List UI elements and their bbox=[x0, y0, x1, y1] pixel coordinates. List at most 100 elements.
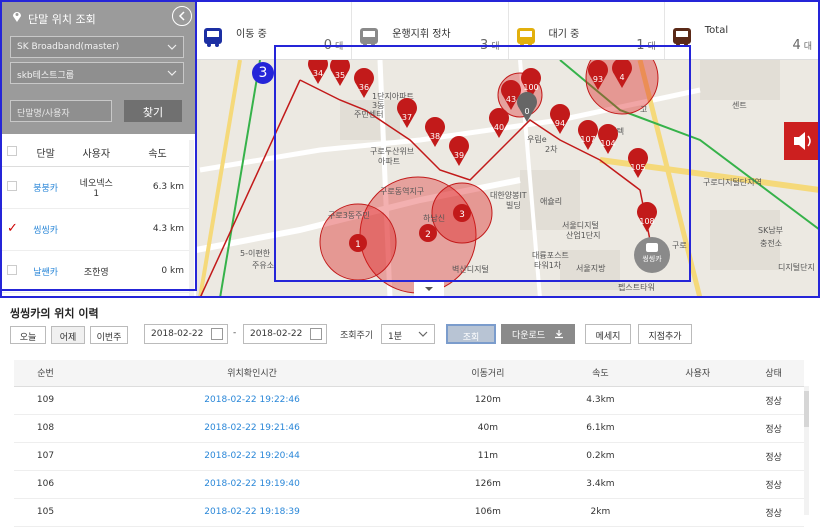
terminal-row[interactable]: 날쌘카 조한영 0 km bbox=[0, 250, 190, 293]
status-count: 0대 bbox=[323, 38, 344, 53]
status-label: 이동 중 bbox=[236, 29, 267, 40]
map-label: 디지털단지 bbox=[778, 262, 815, 272]
column-header: 단말 bbox=[24, 140, 68, 167]
today-button[interactable]: 오늘 bbox=[10, 326, 46, 344]
calendar-icon[interactable] bbox=[211, 328, 223, 340]
svg-text:씽씽카: 씽씽카 bbox=[642, 254, 662, 263]
calendar-icon[interactable] bbox=[310, 328, 322, 340]
terminal-row[interactable]: 붕붕카 네오넥스 1 6.3 km bbox=[0, 166, 190, 209]
date-from-value: 2018-02-22 bbox=[151, 329, 204, 339]
svg-text:34: 34 bbox=[313, 69, 323, 78]
status-waiting[interactable]: 대기 중 1대 bbox=[509, 0, 665, 59]
map-label: 2차 bbox=[545, 145, 558, 154]
svg-text:107: 107 bbox=[580, 135, 595, 144]
row-checkbox[interactable] bbox=[7, 180, 17, 191]
row-checkbox[interactable]: ✓ bbox=[7, 222, 18, 235]
terminal-name-link[interactable]: 씽씽카 bbox=[33, 226, 58, 236]
terminal-user: 1 bbox=[93, 188, 100, 199]
collapse-panel-button[interactable] bbox=[172, 6, 192, 26]
distance-cell: 120m bbox=[427, 386, 549, 415]
cycle-select[interactable]: 1분 bbox=[381, 324, 435, 344]
status-engine-off[interactable]: 운행지휘 정차 3대 bbox=[352, 0, 509, 59]
highlight-number-badge: 3 bbox=[252, 62, 274, 84]
column-header: 사용자 bbox=[652, 360, 744, 387]
group-select[interactable]: skb테스트그룹 bbox=[10, 62, 184, 84]
speed-cell: 3.4km bbox=[548, 470, 653, 499]
add-point-button[interactable]: 지점추가 bbox=[638, 324, 692, 344]
time-link[interactable]: 2018-02-22 19:19:40 bbox=[76, 470, 428, 499]
terminal-table-header: 단말 사용자 속도 bbox=[0, 140, 190, 167]
download-button[interactable]: 다운로드 bbox=[501, 324, 575, 344]
seq-cell: 109 bbox=[14, 386, 77, 415]
map-collapse-button[interactable] bbox=[414, 282, 444, 296]
seq-cell: 106 bbox=[14, 470, 77, 499]
map-label: 센트 bbox=[732, 100, 747, 110]
history-table-header: 순번 위치확인시간 이동거리 속도 사용자 상태 bbox=[14, 360, 804, 387]
time-link[interactable]: 2018-02-22 19:22:46 bbox=[76, 386, 428, 415]
table-row[interactable]: 106 2018-02-22 19:19:40 126m 3.4km 정상 bbox=[14, 470, 804, 499]
group-select-value: skb테스트그룹 bbox=[17, 71, 75, 81]
terminal-search-input[interactable]: 단말명/사용자 bbox=[10, 100, 112, 122]
svg-text:0: 0 bbox=[524, 107, 529, 116]
svg-text:104: 104 bbox=[600, 139, 615, 148]
company-select[interactable]: SK Broadband(master) bbox=[10, 36, 184, 58]
map-label: 주유소 bbox=[252, 261, 274, 270]
status-cell: 정상 bbox=[743, 470, 804, 499]
cycle-label: 조회주기 bbox=[340, 331, 374, 341]
table-scrollbar[interactable] bbox=[804, 386, 809, 515]
table-row[interactable]: 105 2018-02-22 19:18:39 106m 2km 정상 bbox=[14, 498, 804, 527]
speed-cell: 6.1km bbox=[548, 414, 653, 443]
row-checkbox[interactable] bbox=[7, 264, 17, 275]
date-from-input[interactable]: 2018-02-22 bbox=[144, 324, 228, 344]
vehicle-status-bar: 이동 중 0대 운행지휘 정차 3대 대기 중 1대 Total 4대 bbox=[196, 0, 820, 60]
message-button[interactable]: 메세지 bbox=[585, 324, 631, 344]
status-count: 4대 bbox=[792, 38, 812, 53]
map-label: 3동 bbox=[372, 101, 384, 110]
history-title: 씽씽카의 위치 이력 bbox=[10, 307, 99, 320]
download-label: 다운로드 bbox=[512, 331, 546, 341]
table-row[interactable]: 108 2018-02-22 19:21:46 40m 6.1km 정상 bbox=[14, 414, 804, 443]
map-label: 하남신 bbox=[423, 213, 445, 223]
terminal-table: 단말 사용자 속도 붕붕카 네오넥스 1 6.3 km ✓ 씽씽카 4.3 km … bbox=[0, 140, 190, 293]
map-label: 애슐리 bbox=[540, 196, 562, 206]
location-history-section: 씽씽카의 위치 이력 오늘 어제 이번주 2018-02-22 - 2018-0… bbox=[0, 298, 820, 527]
status-moving[interactable]: 이동 중 0대 bbox=[196, 0, 353, 59]
yesterday-button[interactable]: 어제 bbox=[51, 326, 85, 344]
circle-label-1: 1 bbox=[355, 240, 361, 250]
terminal-name-link[interactable]: 날쌘카 bbox=[33, 268, 58, 278]
svg-text:108: 108 bbox=[639, 217, 654, 226]
bus-icon bbox=[672, 28, 691, 47]
date-to-input[interactable]: 2018-02-22 bbox=[243, 324, 327, 344]
status-total[interactable]: Total 4대 bbox=[665, 0, 820, 59]
find-button[interactable]: 찾기 bbox=[124, 100, 182, 122]
column-header: 순번 bbox=[14, 360, 77, 387]
user-cell bbox=[652, 498, 744, 527]
map-label: 타워1차 bbox=[534, 261, 562, 270]
map-label: 고 bbox=[640, 105, 647, 114]
scrollbar-thumb[interactable] bbox=[804, 391, 809, 427]
map-label: 주민센터 bbox=[354, 109, 383, 119]
time-link[interactable]: 2018-02-22 19:20:44 bbox=[76, 442, 428, 471]
terminal-row[interactable]: ✓ 씽씽카 4.3 km bbox=[0, 208, 190, 251]
map-label: 구로디지털단지역 bbox=[703, 177, 762, 187]
status-cell: 정상 bbox=[743, 386, 804, 415]
table-row[interactable]: 109 2018-02-22 19:22:46 120m 4.3km 정상 bbox=[14, 386, 804, 415]
select-all-checkbox[interactable] bbox=[7, 146, 17, 157]
svg-text:105: 105 bbox=[630, 163, 645, 172]
svg-text:39: 39 bbox=[454, 151, 464, 160]
map-label: 대륭포스트 bbox=[532, 251, 569, 260]
time-link[interactable]: 2018-02-22 19:18:39 bbox=[76, 498, 428, 527]
svg-text:38: 38 bbox=[430, 132, 440, 141]
status-cell: 정상 bbox=[743, 414, 804, 443]
terminal-name-link[interactable]: 붕붕카 bbox=[33, 184, 58, 194]
map-label: 구로동역지구 bbox=[380, 186, 424, 196]
table-row[interactable]: 107 2018-02-22 19:20:44 11m 0.2km 정상 bbox=[14, 442, 804, 471]
speaker-button[interactable] bbox=[784, 122, 820, 160]
map-label: 벽산디지털 bbox=[452, 264, 489, 274]
this-week-button[interactable]: 이번주 bbox=[90, 326, 128, 344]
time-link[interactable]: 2018-02-22 19:21:46 bbox=[76, 414, 428, 443]
bus-icon bbox=[204, 28, 222, 47]
panel-scrollbar[interactable] bbox=[189, 140, 194, 298]
query-button[interactable]: 조회 bbox=[446, 324, 496, 344]
column-header: 상태 bbox=[743, 360, 804, 387]
